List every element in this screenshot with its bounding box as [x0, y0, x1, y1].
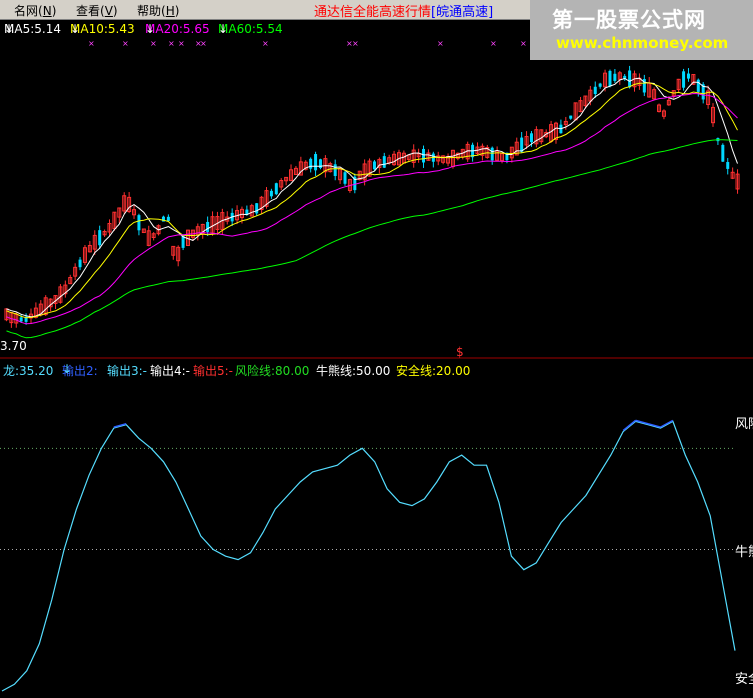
signal-marker: ×: [262, 39, 269, 48]
safety-axis-label: 安全: [735, 672, 753, 687]
candle-body-down: [372, 161, 376, 170]
signal-marker: ×: [200, 39, 207, 48]
low-price-label: 3.70: [0, 339, 27, 353]
signal-marker: ×: [490, 39, 497, 48]
candle-body-down: [529, 133, 533, 143]
signal-marker: ×: [88, 39, 95, 48]
candle-body-down: [255, 203, 259, 214]
signal-marker: ×: [437, 39, 444, 48]
arrow-down-icon: ↓: [62, 362, 73, 376]
indicator-long-line: [1, 420, 736, 692]
dollar-marker-icon: $: [456, 345, 464, 359]
candle-body-down: [682, 71, 686, 88]
candle-body-down: [309, 158, 313, 169]
output2-segment: [660, 419, 674, 428]
ma20-line: [6, 92, 738, 325]
candle-body-down: [274, 183, 278, 195]
legend-safety-line: 安全线:20.00: [396, 364, 471, 378]
legend-output3: 输出3:-: [107, 364, 148, 378]
candle-body-down: [726, 162, 730, 169]
signal-marker: ×: [168, 39, 175, 48]
candle-body-down: [166, 216, 170, 222]
candle-body-down: [686, 73, 690, 79]
candle-body-down: [19, 317, 23, 322]
candle-body-down: [206, 221, 210, 232]
candle-body-down: [343, 172, 347, 184]
arrow-down-icon: ↓: [145, 22, 156, 36]
candle-body-down: [490, 147, 494, 161]
candle-body-down: [137, 215, 141, 231]
arrow-down-icon: ↓: [4, 22, 15, 36]
legend-risk-line: 风险线:80.00: [235, 364, 310, 378]
candle-body-down: [593, 86, 597, 95]
candle-body-down: [181, 235, 185, 248]
signal-marker: ×: [122, 39, 129, 48]
signal-marker: ×: [178, 39, 185, 48]
candle-body-down: [628, 70, 632, 88]
risk-axis-label: 风险: [735, 417, 753, 432]
ma10-line: [6, 82, 738, 319]
candle-body-down: [98, 230, 102, 246]
candle-body-down: [78, 259, 82, 268]
candle-body-down: [608, 70, 612, 87]
signal-marker: ×: [150, 39, 157, 48]
ma60-line: [6, 139, 738, 339]
legend-output4: 输出4:-: [150, 364, 191, 378]
signal-marker: ×: [520, 39, 527, 48]
signal-marker: ×: [352, 39, 359, 48]
legend-long: 龙:35.20: [3, 364, 54, 378]
output2-segment: [622, 419, 637, 432]
candle-body-down: [569, 115, 573, 119]
candle-body-down: [269, 190, 273, 197]
legend-bull-bear-line: 牛熊线:50.00: [316, 364, 391, 378]
candle-body-down: [721, 144, 725, 162]
legend-output5: 输出5:-: [193, 364, 234, 378]
candle-body-down: [598, 83, 602, 87]
candle-body-down: [382, 156, 386, 168]
chart-canvas[interactable]: × × × × × ×× × × × × × ×: [0, 0, 753, 698]
arrow-down-icon: ↓: [70, 22, 81, 36]
candle-body-down: [422, 148, 426, 163]
bull-bear-axis-label: 牛熊: [735, 545, 753, 560]
candle-body-down: [696, 79, 700, 92]
candle-body-down: [613, 73, 617, 81]
candle-body-down: [314, 154, 318, 171]
candle-body-down: [333, 164, 337, 176]
arrow-down-icon: ↓: [218, 22, 229, 36]
candle-body-down: [520, 137, 524, 152]
